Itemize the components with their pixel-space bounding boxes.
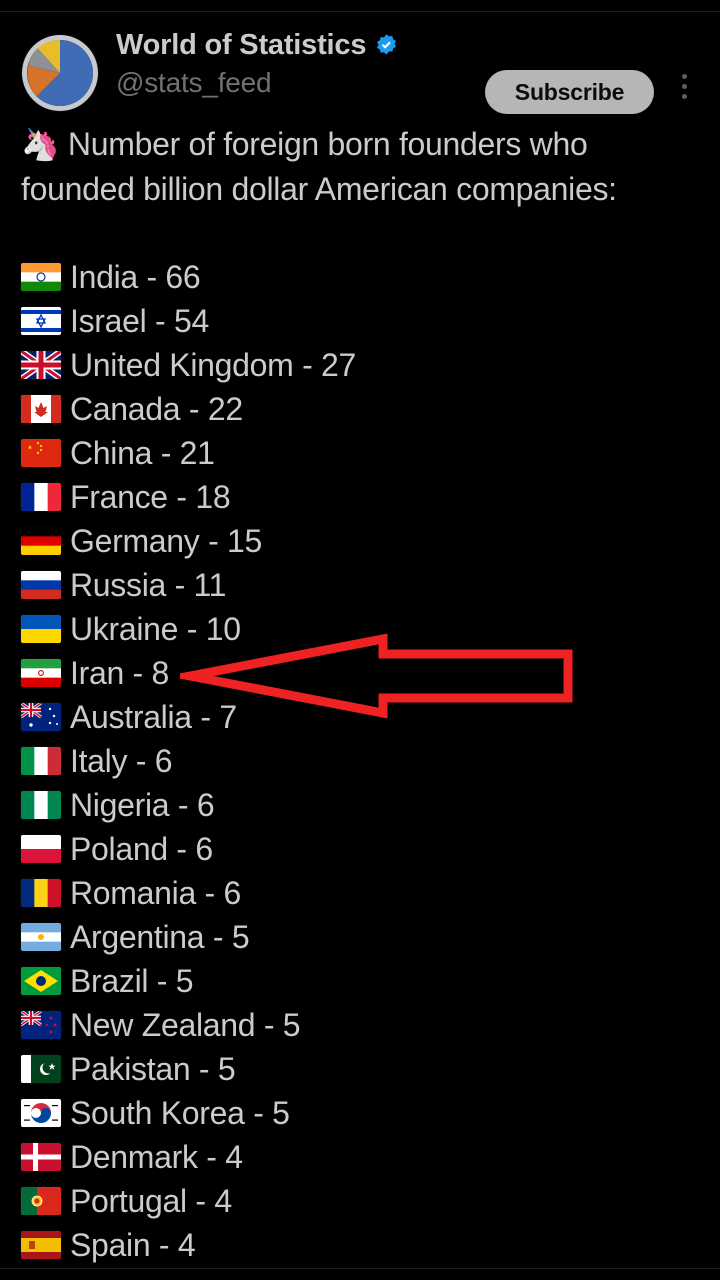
list-item: Brazil - 5	[21, 959, 699, 1003]
country-entry-label: Australia - 7	[70, 699, 237, 735]
country-entry-label: France - 18	[70, 479, 231, 515]
list-item: Poland - 6	[21, 827, 699, 871]
post-intro-text: 🦄 Number of foreign born founders who fo…	[21, 122, 699, 211]
list-item: China - 21	[21, 431, 699, 475]
flag-ar-icon	[21, 923, 61, 951]
list-item: Argentina - 5	[21, 915, 699, 959]
flag-it-icon	[21, 747, 61, 775]
list-item: Spain - 4	[21, 1223, 699, 1267]
post-intro-copy: Number of foreign born founders who foun…	[21, 126, 617, 207]
unicorn-emoji: 🦄	[21, 127, 60, 162]
list-item: India - 66	[21, 255, 699, 299]
list-item: Denmark - 4	[21, 1135, 699, 1179]
list-item: Italy - 6	[21, 739, 699, 783]
post-screenshot: World of Statistics @stats_feed Subscrib…	[0, 0, 720, 1280]
flag-il-icon	[21, 307, 61, 335]
list-item: Russia - 11	[21, 563, 699, 607]
country-entry-label: Germany - 15	[70, 523, 263, 559]
list-item: Germany - 15	[21, 519, 699, 563]
flag-br-icon	[21, 967, 61, 995]
flag-pl-icon	[21, 835, 61, 863]
flag-ro-icon	[21, 879, 61, 907]
country-entry-label: Ukraine - 10	[70, 611, 241, 647]
list-item: Israel - 54	[21, 299, 699, 343]
top-divider	[0, 11, 720, 12]
list-item: Ukraine - 10	[21, 607, 699, 651]
more-dot	[681, 94, 687, 99]
flag-au-icon	[21, 703, 61, 731]
country-entry-label: Spain - 4	[70, 1227, 196, 1263]
flag-pk-icon	[21, 1055, 61, 1083]
flag-ca-icon	[21, 395, 61, 423]
list-item: United Kingdom - 27	[21, 343, 699, 387]
country-entry-label: Iran - 8	[70, 655, 169, 691]
post-body: 🦄 Number of foreign born founders who fo…	[21, 122, 699, 211]
country-entry-label: Argentina - 5	[70, 919, 250, 955]
display-name-row: World of Statistics	[116, 26, 456, 64]
identity-block: World of Statistics @stats_feed	[116, 26, 456, 102]
display-name: World of Statistics	[116, 28, 367, 61]
list-item: Nigeria - 6	[21, 783, 699, 827]
pie-chart-avatar-icon	[21, 34, 99, 112]
country-entry-label: United Kingdom - 27	[70, 347, 357, 383]
more-dot	[681, 74, 687, 79]
list-item: Portugal - 4	[21, 1179, 699, 1223]
subscribe-button[interactable]: Subscribe	[485, 70, 654, 114]
flag-fr-icon	[21, 483, 61, 511]
country-entry-label: Brazil - 5	[70, 963, 194, 999]
country-entry-label: Canada - 22	[70, 391, 243, 427]
country-entry-label: South Korea - 5	[70, 1095, 290, 1131]
flag-in-icon	[21, 263, 61, 291]
flag-kr-icon	[21, 1099, 61, 1127]
country-entry-label: New Zealand - 5	[70, 1007, 301, 1043]
country-entry-label: Nigeria - 6	[70, 787, 215, 823]
flag-ua-icon	[21, 615, 61, 643]
flag-gb-icon	[21, 351, 61, 379]
post-header: World of Statistics @stats_feed Subscrib…	[0, 26, 720, 118]
flag-pt-icon	[21, 1187, 61, 1215]
country-entry-label: China - 21	[70, 435, 215, 471]
list-item: France - 18	[21, 475, 699, 519]
list-item: Australia - 7	[21, 695, 699, 739]
country-entry-label: Portugal - 4	[70, 1183, 232, 1219]
list-item: Romania - 6	[21, 871, 699, 915]
country-entry-label: Poland - 6	[70, 831, 213, 867]
flag-dk-icon	[21, 1143, 61, 1171]
flag-ru-icon	[21, 571, 61, 599]
list-item: Canada - 22	[21, 387, 699, 431]
bottom-divider	[0, 1268, 720, 1269]
verified-badge-icon	[374, 33, 399, 58]
flag-ng-icon	[21, 791, 61, 819]
flag-nz-icon	[21, 1011, 61, 1039]
avatar[interactable]	[21, 34, 99, 112]
country-entry-label: Pakistan - 5	[70, 1051, 236, 1087]
country-list: India - 66 Israel - 54 United Kingdom - 27…	[21, 255, 699, 1267]
flag-de-icon	[21, 527, 61, 555]
more-vertical-icon[interactable]	[673, 74, 695, 110]
country-entry-label: Denmark - 4	[70, 1139, 243, 1175]
user-handle: @stats_feed	[116, 67, 272, 98]
list-item: South Korea - 5	[21, 1091, 699, 1135]
more-dot	[681, 84, 687, 89]
country-entry-label: Israel - 54	[70, 303, 209, 339]
country-entry-label: Russia - 11	[70, 567, 227, 603]
list-item: Pakistan - 5	[21, 1047, 699, 1091]
country-entry-label: Italy - 6	[70, 743, 173, 779]
country-entry-label: India - 66	[70, 259, 201, 295]
list-item: Iran - 8	[21, 651, 699, 695]
flag-cn-icon	[21, 439, 61, 467]
list-item: New Zealand - 5	[21, 1003, 699, 1047]
flag-es-icon	[21, 1231, 61, 1259]
country-entry-label: Romania - 6	[70, 875, 241, 911]
flag-ir-icon	[21, 659, 61, 687]
